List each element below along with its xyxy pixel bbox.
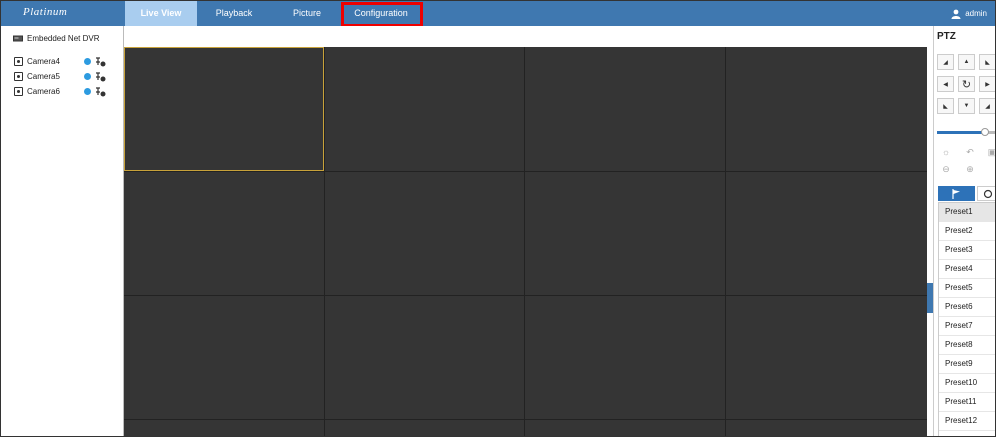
record-icon[interactable] [95,87,106,97]
record-icon[interactable] [95,57,106,67]
camera-label: Camera6 [27,87,60,96]
flag-icon [952,188,960,199]
preset-item[interactable]: Preset13 [939,431,995,436]
preset-item[interactable]: Preset11 [939,393,995,412]
toolbar-spacer [124,26,927,47]
preset-item[interactable]: Preset4 [939,260,995,279]
online-status-icon [84,88,91,95]
ptz-auto-button[interactable]: ↻ [958,76,975,92]
camera-item[interactable]: Camera4 [14,57,114,67]
camera-item[interactable]: Camera5 [14,72,114,82]
video-window[interactable] [726,47,927,171]
video-window[interactable] [325,420,524,436]
ptz-up-right-button[interactable]: ◣ [979,54,995,70]
ptz-down-button[interactable]: ▼ [958,98,975,114]
preset-list: Preset1 Preset2 Preset3 Preset4 Preset5 Prese… [938,202,995,436]
tab-presets[interactable] [938,186,975,201]
video-window[interactable] [525,296,725,419]
ptz-up-left-button[interactable]: ◢ [937,54,954,70]
zoom-out-icon[interactable]: ⊖ [940,163,952,175]
video-window[interactable] [325,296,524,419]
zoom-in-icon[interactable]: ⊕ [964,163,976,175]
video-window[interactable] [124,420,324,436]
online-status-icon [84,58,91,65]
tab-playback[interactable]: Playback [201,1,267,26]
ptz-up-button[interactable]: ▲ [958,54,975,70]
preset-item[interactable]: Preset2 [939,222,995,241]
auto-rotate-icon: ↻ [961,78,972,91]
video-window[interactable] [325,47,524,171]
focus-icon[interactable]: ▣ [986,146,995,158]
video-window[interactable] [726,172,927,295]
device-name: Embedded Net DVR [27,34,100,43]
tab-live-view[interactable]: Live View [125,1,197,26]
video-window[interactable] [525,172,725,295]
preset-item[interactable]: Preset6 [939,298,995,317]
record-icon[interactable] [95,72,106,82]
arrow-down-icon: ▼ [963,103,970,109]
preset-item[interactable]: Preset10 [939,374,995,393]
camera-icon [14,57,23,66]
arrow-right-icon: ▶ [985,81,990,88]
device-node[interactable]: Embedded Net DVR [13,34,99,43]
light-icon[interactable]: ☼ [940,146,952,158]
username: admin [965,9,987,18]
top-nav-bar: Platinum Live View Playback Picture Conf… [1,1,995,26]
arrow-down-right-icon: ◢ [985,103,990,110]
arrow-down-left-icon: ◣ [943,103,948,110]
device-tree-panel: Embedded Net DVR Camera4 Camera5 Camera6 [1,26,124,436]
preset-item[interactable]: Preset5 [939,279,995,298]
user-menu[interactable]: admin [951,1,987,26]
video-window[interactable] [325,172,524,295]
ptz-down-left-button[interactable]: ◣ [937,98,954,114]
dvr-icon [13,35,23,42]
arrow-up-icon: ▲ [963,59,970,65]
video-window[interactable] [525,47,725,171]
video-window[interactable] [726,296,927,419]
preset-item[interactable]: Preset3 [939,241,995,260]
preset-item[interactable]: Preset7 [939,317,995,336]
ptz-speed-slider[interactable] [937,128,995,136]
video-window[interactable] [124,47,324,171]
camera-label: Camera4 [27,57,60,66]
brand-logo: Platinum [23,6,68,18]
wiper-icon[interactable]: ↶ [964,146,976,158]
speed-slider-fill [937,131,985,134]
ptz-panel: PTZ ◢ ▲ ◣ ◀ ↻ ▶ ◣ ▼ ◢ ☼ ↶ ▣ ⊖ ⊕ Preset1 P… [933,26,995,436]
tab-patrol[interactable] [977,186,995,201]
arrow-up-right-icon: ◣ [985,59,990,66]
speed-slider-knob[interactable] [981,128,989,136]
video-window[interactable] [726,420,927,436]
camera-icon [14,87,23,96]
ptz-right-button[interactable]: ▶ [979,76,995,92]
ptz-left-button[interactable]: ◀ [937,76,954,92]
video-window[interactable] [525,420,725,436]
arrow-left-icon: ◀ [943,81,948,88]
camera-icon [14,72,23,81]
video-window[interactable] [124,296,324,419]
preset-item[interactable]: Preset12 [939,412,995,431]
video-window[interactable] [124,172,324,295]
patrol-icon [983,189,993,198]
arrow-up-left-icon: ◢ [943,59,948,66]
online-status-icon [84,73,91,80]
annotation-highlight-box [341,2,423,27]
user-icon [951,9,961,19]
ptz-down-right-button[interactable]: ◢ [979,98,995,114]
preset-item[interactable]: Preset9 [939,355,995,374]
camera-item[interactable]: Camera6 [14,87,114,97]
tab-picture[interactable]: Picture [275,1,339,26]
video-grid [124,47,927,436]
preset-item[interactable]: Preset1 [939,203,995,222]
preset-item[interactable]: Preset8 [939,336,995,355]
app-window: Platinum Live View Playback Picture Conf… [0,0,996,437]
ptz-title: PTZ [937,31,956,42]
camera-label: Camera5 [27,72,60,81]
